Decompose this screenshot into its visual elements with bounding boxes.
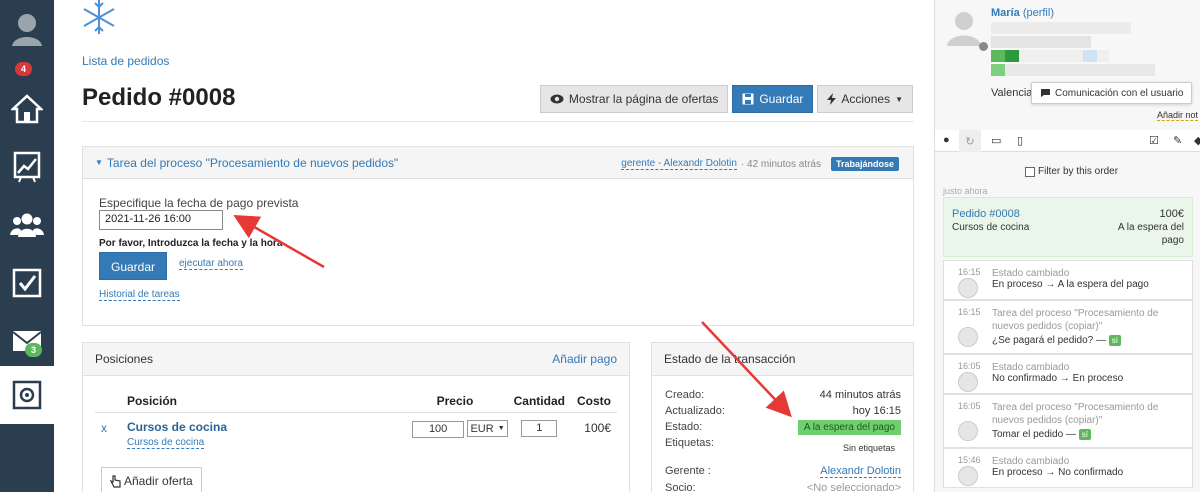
history-time: 16:15 <box>958 307 981 317</box>
tab-more-icon[interactable]: ◆ <box>1194 134 1200 147</box>
sidebar-tabs: ● ↻ ▭ ▯ ☑ ✎ ◆ <box>935 130 1200 152</box>
nav-reports[interactable] <box>0 138 54 196</box>
history-item: 16:05 Tarea del proceso "Procesamiento d… <box>943 394 1193 448</box>
order-card-amount: 100€ <box>1159 208 1184 220</box>
tab-tasks-icon[interactable]: ☑ <box>1149 134 1159 147</box>
pixelated-contact <box>1005 50 1019 62</box>
history-title: Tarea del proceso "Procesamiento de nuev… <box>992 308 1159 332</box>
nav-tasks[interactable] <box>0 254 54 312</box>
customer-name-line: María (perfil) <box>991 7 1054 19</box>
chart-icon <box>13 151 41 183</box>
filter-by-order[interactable]: Filter by this order <box>1025 166 1118 177</box>
order-card-status-line2: pago <box>1161 235 1184 246</box>
home-icon <box>11 94 43 124</box>
yes-chip: sí <box>1078 429 1091 440</box>
user-communication-button[interactable]: Comunicación con el usuario <box>1031 82 1193 104</box>
history-avatar-icon <box>958 421 978 441</box>
order-card-status-line1: A la espera del <box>1117 222 1184 233</box>
tab-person-icon[interactable]: ● <box>943 134 950 146</box>
yes-chip: sí <box>1108 335 1121 346</box>
nav-settings[interactable] <box>0 366 54 424</box>
history-text-line: Tomar el pedido — sí <box>992 429 1091 440</box>
customer-name-link[interactable]: María <box>991 7 1020 19</box>
history-text-line: ¿Se pagará el pedido? — sí <box>992 335 1121 346</box>
order-card-title[interactable]: Pedido #0008 <box>952 208 1020 220</box>
just-now-label: justo ahora <box>943 186 988 196</box>
history-text: En proceso → No confirmado <box>992 467 1124 478</box>
history-time: 16:15 <box>958 267 981 277</box>
orders-count-badge: 4 <box>15 62 33 76</box>
nav-user-avatar[interactable] <box>0 0 54 58</box>
tab-cart-icon[interactable]: ▭ <box>991 134 1001 147</box>
history-item: 16:15 Tarea del proceso "Procesamiento d… <box>943 300 1193 354</box>
tasks-icon <box>12 268 42 298</box>
customer-city: Valencia <box>991 87 1033 99</box>
order-card-product: Cursos de cocina <box>952 222 1030 233</box>
add-note-link[interactable]: Añadir not <box>1157 110 1199 121</box>
nav-users[interactable] <box>0 196 54 254</box>
history-title: Tarea del proceso "Procesamiento de nuev… <box>992 402 1159 426</box>
history-avatar-icon <box>958 466 978 486</box>
user-avatar-icon <box>12 14 42 46</box>
history-text: Tomar el pedido — <box>992 429 1076 440</box>
chat-bubble-icon <box>1041 89 1050 97</box>
tab-edit-icon[interactable]: ✎ <box>1173 134 1182 147</box>
pixelated-contact <box>991 50 1005 62</box>
customer-sidebar: María (perfil) Valencia Comunicación con… <box>934 0 1200 492</box>
history-item: 16:05 Estado cambiado No confirmado → En… <box>943 354 1193 394</box>
pixelated-contact <box>991 64 1005 76</box>
pixelated-contact <box>1005 64 1155 76</box>
history-time: 16:05 <box>958 361 981 371</box>
profile-link[interactable]: (perfil) <box>1023 7 1054 19</box>
nav-mail[interactable] <box>0 312 54 370</box>
filter-label: Filter by this order <box>1038 166 1119 177</box>
nav-home[interactable] <box>0 80 54 138</box>
history-time: 16:05 <box>958 401 981 411</box>
pixelated-contact <box>1083 50 1097 62</box>
customer-avatar-icon <box>947 12 981 46</box>
history-avatar-icon <box>958 372 978 392</box>
left-navigation: 4 3 <box>0 0 54 492</box>
offline-status-dot <box>979 42 988 51</box>
users-icon <box>10 213 44 237</box>
history-text: ¿Se pagará el pedido? — <box>992 335 1106 346</box>
history-avatar-icon <box>958 278 978 298</box>
pixelated-contact <box>991 36 1091 48</box>
tab-mobile-icon[interactable]: ▯ <box>1017 134 1023 147</box>
history-text: No confirmado → En proceso <box>992 373 1124 384</box>
history-time: 15:46 <box>958 455 981 465</box>
main-content: Lista de pedidos Pedido #0008 Mostrar la… <box>54 0 934 492</box>
mail-count-badge: 3 <box>25 343 43 357</box>
order-card[interactable]: Pedido #0008 100€ Cursos de cocina A la … <box>943 197 1193 257</box>
settings-icon <box>12 380 42 410</box>
arrow-to-state-badge <box>701 321 792 418</box>
history-item: 15:46 Estado cambiado En proceso → No co… <box>943 448 1193 488</box>
order-card-status: A la espera del pago <box>1118 222 1184 246</box>
pixelated-contact <box>991 22 1131 34</box>
user-communication-label: Comunicación con el usuario <box>1055 87 1184 99</box>
history-avatar-icon <box>958 327 978 347</box>
annotation-arrows <box>233 215 792 418</box>
arrow-to-date-input <box>233 215 325 269</box>
tab-history-icon[interactable]: ↻ <box>959 130 981 152</box>
filter-checkbox[interactable] <box>1025 166 1035 177</box>
history-text: En proceso → A la espera del pago <box>992 279 1149 290</box>
history-item: 16:15 Estado cambiado En proceso → A la … <box>943 260 1193 300</box>
